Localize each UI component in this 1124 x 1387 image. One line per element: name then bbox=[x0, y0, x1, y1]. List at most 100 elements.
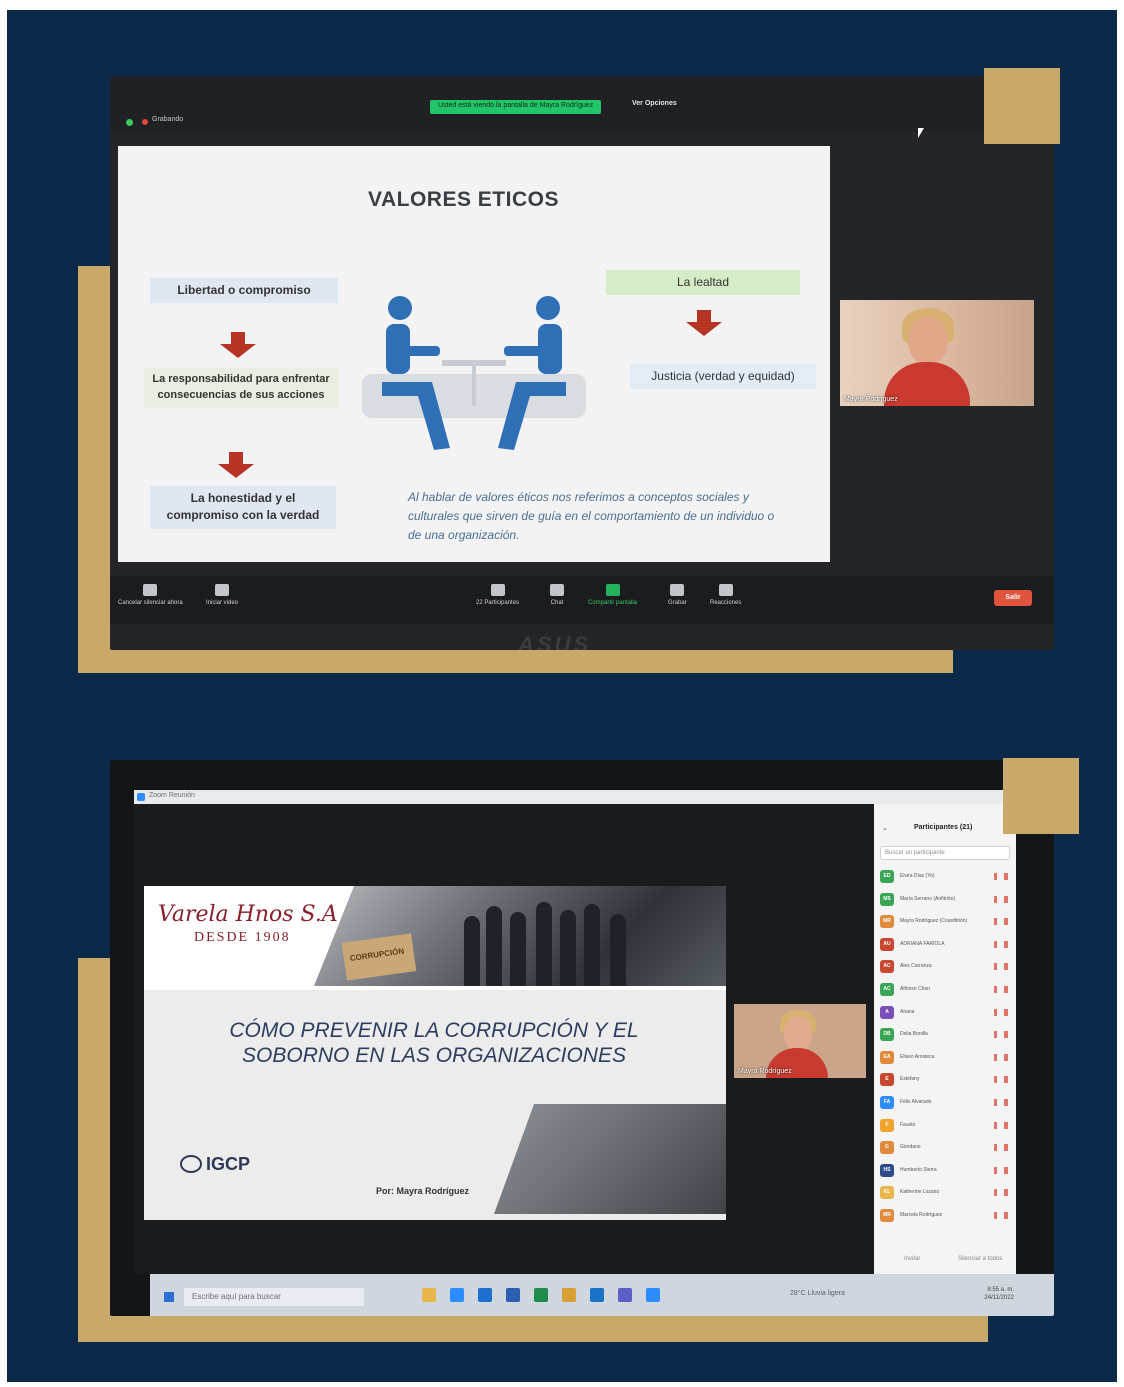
participant-row[interactable]: DB Delia Bonilla bbox=[878, 1024, 1012, 1047]
muted-mic-video-icon[interactable] bbox=[994, 985, 1008, 993]
muted-mic-video-icon[interactable] bbox=[994, 940, 1008, 948]
participant-avatar: MR bbox=[880, 915, 894, 929]
muted-mic-video-icon[interactable] bbox=[994, 1144, 1008, 1152]
word-icon[interactable] bbox=[506, 1288, 520, 1302]
taskbar-search-input[interactable]: Escribe aquí para buscar bbox=[184, 1288, 364, 1306]
participants-list: ED Elvira Díaz (Yo) MS María Serrano (Anfit… bbox=[878, 866, 1012, 1228]
collapse-chevron-icon[interactable]: ⌄ bbox=[882, 824, 888, 832]
participant-avatar: EA bbox=[880, 1050, 894, 1064]
taskbar-clock[interactable]: 8:55 a. m. 24/11/2022 bbox=[984, 1286, 1014, 1303]
participant-name: Mayra Rodríguez (Coanfitrión) bbox=[900, 918, 968, 925]
participant-name: Marcela Rodríguez bbox=[900, 1211, 943, 1218]
igcp-logo-icon bbox=[180, 1155, 202, 1173]
video-name-label: Mayra Rodríguez bbox=[738, 1068, 792, 1075]
participant-row[interactable]: MR Marcela Rodríguez bbox=[878, 1205, 1012, 1228]
speaker-video-tile[interactable]: Mayra Rodríguez bbox=[734, 1004, 866, 1078]
teams-icon[interactable] bbox=[618, 1288, 632, 1302]
participant-row[interactable]: A Ariana bbox=[878, 1002, 1012, 1025]
muted-mic-video-icon[interactable] bbox=[994, 1189, 1008, 1197]
participant-avatar: HS bbox=[880, 1163, 894, 1177]
participant-name: María Serrano (Anfitrión) bbox=[900, 895, 956, 902]
participant-row[interactable]: AC Alfonso Chen bbox=[878, 979, 1012, 1002]
participant-name: Fausto bbox=[900, 1121, 916, 1128]
participant-name: Humberto Sierra bbox=[900, 1166, 937, 1173]
participant-name: Delia Bonilla bbox=[900, 1031, 928, 1038]
participant-row[interactable]: EA Eliseo Arosteca bbox=[878, 1047, 1012, 1070]
muted-mic-video-icon[interactable] bbox=[994, 1166, 1008, 1174]
gold-corner-square-2 bbox=[1003, 758, 1079, 834]
participant-row[interactable]: G Giordano bbox=[878, 1137, 1012, 1160]
participant-name: Estefany bbox=[900, 1076, 920, 1083]
slide-quote: Al hablar de valores éticos nos referimo… bbox=[408, 490, 775, 543]
muted-mic-video-icon[interactable] bbox=[994, 1076, 1008, 1084]
participant-avatar: A bbox=[880, 1005, 894, 1019]
reactions-button[interactable]: Reacciones bbox=[710, 584, 741, 606]
record-icon bbox=[670, 584, 685, 596]
muted-mic-video-icon[interactable] bbox=[994, 895, 1008, 903]
weather-widget[interactable]: 28°C Lluvia ligera bbox=[790, 1290, 845, 1297]
slide-author: Por: Mayra Rodríguez bbox=[376, 1186, 470, 1196]
muted-mic-video-icon[interactable] bbox=[994, 1211, 1008, 1219]
share-screen-icon bbox=[605, 584, 620, 596]
participant-avatar: MS bbox=[880, 892, 894, 906]
box-responsabilidad: La responsabilidad para enfrentar consec… bbox=[144, 368, 338, 408]
view-options-menu[interactable]: Ver Opciones bbox=[632, 100, 677, 107]
windows-start-icon[interactable] bbox=[164, 1292, 174, 1302]
participant-name: Félix Alvarado bbox=[900, 1098, 932, 1105]
participant-row[interactable]: KL Katherine Lozano bbox=[878, 1182, 1012, 1205]
muted-mic-video-icon[interactable] bbox=[994, 1008, 1008, 1016]
file-explorer-icon[interactable] bbox=[422, 1288, 436, 1302]
mail-icon[interactable] bbox=[478, 1288, 492, 1302]
participant-name: Katherine Lozano bbox=[900, 1189, 940, 1196]
muted-mic-video-icon[interactable] bbox=[994, 1053, 1008, 1061]
shared-slide-corrupcion: CORRUPCIÓN Varela Hnos S.A DESDE 1908 CÓ… bbox=[144, 886, 726, 1220]
monitor-brand-logo: ASUS bbox=[518, 632, 592, 650]
two-people-at-table-illustration bbox=[362, 296, 586, 450]
zoom-window-titlebar: Zoom Reunión bbox=[134, 790, 1014, 804]
invite-button[interactable]: Invitar bbox=[904, 1256, 920, 1262]
people-icon bbox=[490, 584, 505, 596]
participants-button[interactable]: 22 Participantes bbox=[476, 584, 519, 606]
participant-row[interactable]: ED Elvira Díaz (Yo) bbox=[878, 866, 1012, 889]
participant-avatar: ED bbox=[880, 870, 894, 883]
chat-button[interactable]: Chat bbox=[550, 584, 564, 606]
participant-row[interactable]: F Fausto bbox=[878, 1115, 1012, 1138]
speaker-video-tile[interactable]: Mayra Rodríguez bbox=[840, 300, 1034, 406]
security-shield-icon[interactable] bbox=[126, 119, 133, 126]
box-justicia: Justicia (verdad y equidad) bbox=[630, 364, 816, 390]
excel-icon[interactable] bbox=[534, 1288, 548, 1302]
reaction-emoji-icon bbox=[718, 584, 733, 596]
participants-count: 22 bbox=[476, 600, 483, 606]
share-screen-button[interactable]: Compartir pantalla bbox=[588, 584, 637, 606]
participant-row[interactable]: MR Mayra Rodríguez (Coanfitrión) bbox=[878, 911, 1012, 934]
store-icon[interactable] bbox=[450, 1288, 464, 1302]
slide-title: VALORES ETICOS bbox=[368, 188, 559, 211]
zoom-meeting-toolbar: Cancelar silenciar ahora Iniciar video 2… bbox=[110, 576, 1054, 624]
participant-row[interactable]: HS Humberto Sierra bbox=[878, 1160, 1012, 1183]
outlook-icon[interactable] bbox=[590, 1288, 604, 1302]
participant-row[interactable]: MS María Serrano (Anfitrión) bbox=[878, 889, 1012, 912]
participant-name: Elvira Díaz (Yo) bbox=[900, 873, 935, 879]
mute-all-button[interactable]: Silenciar a todos bbox=[958, 1256, 1002, 1262]
participants-panel: ⌄ Participantes (21) Buscar un participa… bbox=[874, 804, 1016, 1274]
muted-mic-video-icon[interactable] bbox=[994, 918, 1008, 926]
participant-search-input[interactable]: Buscar un participante bbox=[880, 846, 1010, 860]
record-button[interactable]: Grabar bbox=[668, 584, 687, 606]
muted-mic-video-icon[interactable] bbox=[994, 963, 1008, 971]
participant-row[interactable]: AU ADRIANA FARIOLA bbox=[878, 934, 1012, 957]
participant-name: Alfonso Chen bbox=[900, 985, 931, 992]
unmute-button[interactable]: Cancelar silenciar ahora bbox=[118, 584, 183, 606]
muted-mic-video-icon[interactable] bbox=[994, 1098, 1008, 1106]
participant-row[interactable]: FA Félix Alvarado bbox=[878, 1092, 1012, 1115]
participant-avatar: DB bbox=[880, 1028, 894, 1042]
exit-meeting-button[interactable]: Salir bbox=[994, 590, 1032, 606]
zoom-taskbar-icon[interactable] bbox=[646, 1288, 660, 1302]
participant-row[interactable]: AC Alex Carranza bbox=[878, 956, 1012, 979]
zoom-app-icon bbox=[137, 793, 145, 801]
chrome-icon[interactable] bbox=[562, 1288, 576, 1302]
participant-row[interactable]: E Estefany bbox=[878, 1069, 1012, 1092]
muted-mic-video-icon[interactable] bbox=[994, 1031, 1008, 1039]
muted-mic-video-icon[interactable] bbox=[994, 873, 1008, 880]
muted-mic-video-icon[interactable] bbox=[994, 1121, 1008, 1129]
start-video-button[interactable]: Iniciar video bbox=[206, 584, 238, 606]
